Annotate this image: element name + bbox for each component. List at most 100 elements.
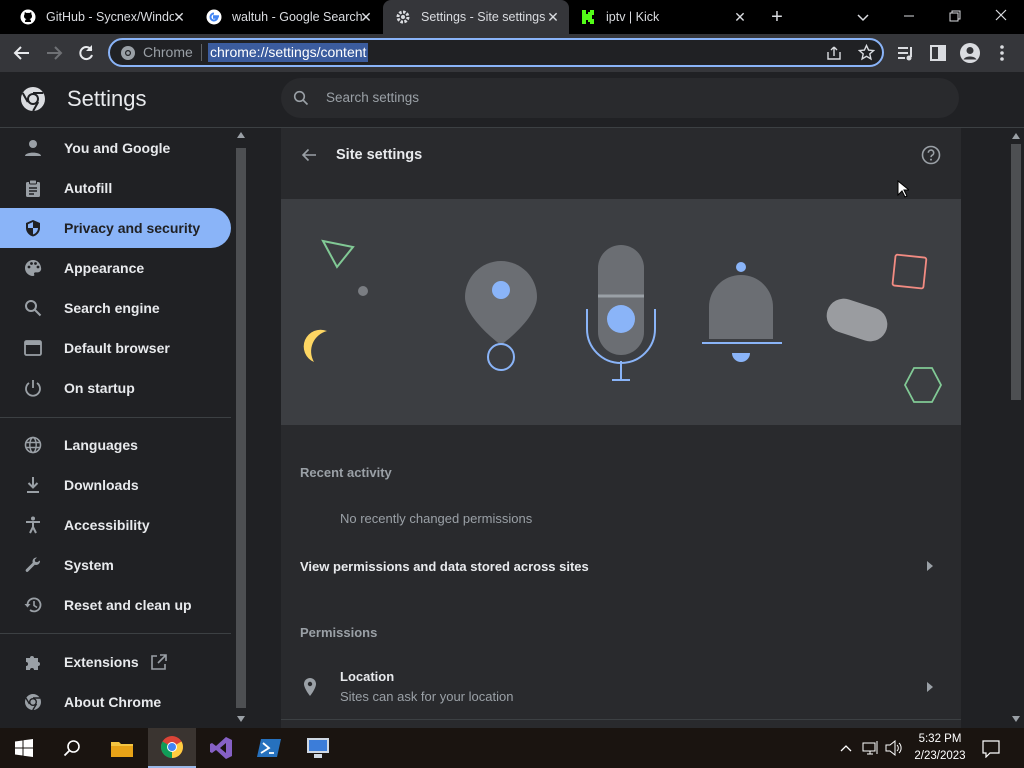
tab-github[interactable]: GitHub - Sycnex/Windo ✕ — [10, 0, 195, 34]
close-tab-icon[interactable]: ✕ — [171, 9, 187, 25]
powershell-icon[interactable] — [245, 728, 293, 768]
forward-icon[interactable] — [43, 42, 65, 64]
lemon-shape — [303, 329, 327, 362]
sidebar-item-about-chrome[interactable]: About Chrome — [0, 682, 231, 722]
visual-studio-icon[interactable] — [197, 728, 245, 768]
sidebar-item-label: About Chrome — [64, 694, 162, 710]
chrome-taskbar-icon[interactable] — [148, 728, 196, 768]
search-icon — [293, 90, 309, 106]
tab-title: Settings - Site settings — [421, 10, 546, 24]
tab-kick[interactable]: iptv | Kick ✕ — [570, 0, 756, 34]
reload-icon[interactable] — [75, 42, 97, 64]
download-icon — [27, 477, 39, 493]
open-in-new-icon — [151, 654, 167, 670]
menu-kebab-icon[interactable] — [992, 42, 1012, 64]
chrome-icon — [25, 694, 41, 711]
restore-window-icon[interactable] — [944, 5, 966, 27]
page-title: Site settings — [336, 147, 423, 163]
sidebar-item-extensions[interactable]: Extensions — [0, 642, 231, 682]
sidebar-item-on-startup[interactable]: On startup — [0, 368, 231, 408]
main-scroll-thumb[interactable] — [1011, 144, 1021, 400]
sidebar-item-downloads[interactable]: Downloads — [0, 465, 231, 505]
tab-google-search[interactable]: waltuh - Google Search ✕ — [196, 0, 382, 34]
omnibox-divider — [201, 44, 202, 61]
taskbar-search-icon[interactable] — [48, 728, 96, 768]
close-tab-icon[interactable]: ✕ — [358, 9, 374, 25]
location-pin-icon — [465, 261, 537, 345]
sidebar-item-system[interactable]: System — [0, 545, 231, 585]
volume-icon[interactable] — [885, 739, 903, 757]
sidebar-divider — [0, 417, 231, 418]
triangle-shape — [321, 239, 355, 269]
sidebar-item-accessibility[interactable]: Accessibility — [0, 505, 231, 545]
scroll-down-arrow-icon[interactable] — [1012, 716, 1020, 722]
sidebar-scrollbar[interactable] — [233, 128, 249, 728]
system-clock[interactable]: 5:32 PM 2/23/2023 — [908, 731, 972, 765]
row-divider — [281, 719, 961, 720]
sidebar-item-you-and-google[interactable]: You and Google — [0, 128, 231, 168]
sidebar-item-reset-and-clean-up[interactable]: Reset and clean up — [0, 585, 231, 625]
square-shape — [891, 253, 928, 290]
sidebar-item-label: Extensions — [64, 654, 139, 670]
tab-search-icon[interactable] — [852, 6, 874, 28]
side-panel-icon[interactable] — [928, 43, 948, 63]
view-permissions-row[interactable]: View permissions and data stored across … — [281, 546, 961, 586]
close-tab-icon[interactable]: ✕ — [732, 9, 748, 25]
sidebar-item-label: Accessibility — [64, 517, 150, 533]
url-text[interactable]: chrome://settings/content — [208, 43, 369, 62]
sidebar-item-label: Autofill — [64, 180, 113, 196]
sidebar-item-label: Appearance — [64, 260, 145, 276]
omnibox[interactable]: Chrome chrome://settings/content — [108, 38, 884, 67]
search-placeholder: Search settings — [326, 90, 420, 105]
bookmark-star-icon[interactable] — [858, 44, 875, 61]
github-icon — [20, 9, 36, 25]
no-recent-permissions-text: No recently changed permissions — [340, 511, 533, 526]
sidebar-item-label: Privacy and security — [64, 220, 201, 236]
network-icon[interactable] — [862, 740, 880, 756]
file-explorer-icon[interactable] — [98, 728, 146, 768]
bell-icon — [709, 275, 773, 339]
location-permission-row[interactable]: Location Sites can ask for your location — [281, 658, 961, 716]
sidebar-item-search-engine[interactable]: Search engine — [0, 288, 231, 328]
scroll-up-arrow-icon[interactable] — [237, 132, 245, 138]
scroll-down-arrow-icon[interactable] — [237, 716, 245, 722]
close-tab-icon[interactable]: ✕ — [545, 9, 561, 25]
sidebar-item-autofill[interactable]: Autofill — [0, 168, 231, 208]
main-scrollbar[interactable] — [1008, 128, 1024, 728]
back-arrow-icon[interactable] — [301, 147, 317, 163]
person-icon — [25, 140, 41, 156]
help-icon[interactable] — [921, 145, 941, 165]
tab-settings[interactable]: Settings - Site settings ✕ — [383, 0, 569, 34]
reading-list-icon[interactable] — [896, 43, 916, 63]
palette-icon — [25, 260, 42, 276]
windows-start-icon[interactable] — [0, 728, 48, 768]
back-icon[interactable] — [11, 42, 33, 64]
share-icon[interactable] — [826, 45, 842, 61]
chrome-logo-icon — [21, 87, 45, 112]
sidebar-item-languages[interactable]: Languages — [0, 425, 231, 465]
location-title: Location — [340, 669, 395, 684]
profile-avatar[interactable] — [959, 42, 981, 64]
microphone-icon — [598, 245, 644, 355]
tab-title: waltuh - Google Search — [232, 10, 362, 24]
new-tab-icon[interactable]: + — [766, 6, 788, 28]
sidebar-item-label: Languages — [64, 437, 138, 453]
notifications-icon[interactable] — [982, 740, 1000, 759]
search-icon — [25, 300, 42, 317]
globe-icon — [24, 436, 42, 454]
sidebar-scroll-thumb[interactable] — [236, 148, 246, 708]
sidebar-item-privacy-and-security[interactable]: Privacy and security — [0, 208, 231, 248]
hexagon-shape — [903, 367, 943, 403]
minimize-icon[interactable] — [898, 5, 920, 27]
browser-icon — [24, 340, 42, 356]
scroll-up-arrow-icon[interactable] — [1012, 133, 1020, 139]
close-window-icon[interactable] — [990, 5, 1012, 27]
remote-desktop-icon[interactable] — [294, 728, 342, 768]
arrow-right-icon — [927, 682, 933, 692]
show-hidden-icons-icon[interactable] — [838, 740, 854, 756]
sidebar-item-default-browser[interactable]: Default browser — [0, 328, 231, 368]
wrench-icon — [25, 557, 41, 572]
clipboard-icon — [26, 179, 40, 197]
sidebar-item-appearance[interactable]: Appearance — [0, 248, 231, 288]
search-settings-input[interactable]: Search settings — [281, 78, 959, 118]
